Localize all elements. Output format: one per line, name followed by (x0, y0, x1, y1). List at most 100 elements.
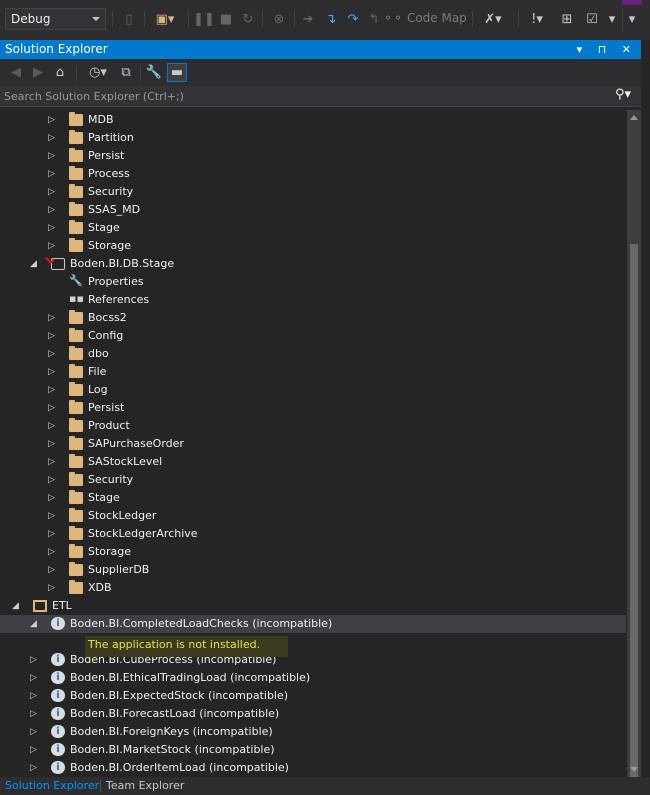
diagnostics-icon[interactable]: ✗▾ (478, 10, 508, 28)
collapsed-arrow-icon[interactable]: ▷ (48, 401, 58, 415)
tree-row[interactable]: ▷ Config (0, 327, 626, 345)
collapsed-arrow-icon[interactable]: ▷ (48, 491, 58, 505)
scrollbar-thumb[interactable] (630, 244, 638, 785)
tree-row[interactable]: ▷ Security (0, 183, 626, 201)
collapsed-arrow-icon[interactable]: ▷ (48, 527, 58, 541)
tree-row[interactable]: ▷ i Boden.BI.OrderItemLoad (incompatible) (0, 759, 626, 777)
collapsed-arrow-icon[interactable]: ▷ (30, 725, 40, 739)
search-icon[interactable]: ⚲▾ (615, 87, 631, 102)
step-into-icon[interactable]: ↴ (322, 10, 340, 28)
collapsed-arrow-icon[interactable]: ▷ (30, 689, 40, 703)
collapsed-arrow-icon[interactable]: ▷ (48, 437, 58, 451)
tree-row[interactable]: ▷ Persist (0, 399, 626, 417)
expanded-arrow-icon[interactable]: ◢ (12, 599, 22, 613)
tree-row[interactable]: ◢ ETL (0, 597, 626, 615)
scroll-up-arrow-icon[interactable] (630, 115, 638, 120)
collapsed-arrow-icon[interactable]: ▷ (48, 311, 58, 325)
vertical-scrollbar[interactable] (627, 110, 641, 785)
expanded-arrow-icon[interactable]: ◢ (30, 257, 40, 271)
task-list-icon[interactable]: ☑ (582, 10, 602, 28)
collapse-all-icon[interactable]: ⧉ (118, 63, 134, 82)
properties-wrench-icon[interactable]: 🔧 (146, 63, 162, 82)
back-icon[interactable]: ◀ (8, 63, 24, 82)
exception-settings-icon[interactable]: !▾ (526, 10, 548, 28)
device-icon[interactable]: ▯ (120, 10, 138, 28)
search-input[interactable] (4, 88, 594, 104)
collapsed-arrow-icon[interactable]: ▷ (48, 455, 58, 469)
collapsed-arrow-icon[interactable]: ▷ (30, 761, 40, 775)
collapsed-arrow-icon[interactable]: ▷ (48, 239, 58, 253)
collapsed-arrow-icon[interactable]: ▷ (48, 383, 58, 397)
step-over-icon[interactable]: ↷ (344, 10, 362, 28)
tab-solution-explorer[interactable]: Solution Explorer (5, 778, 99, 793)
tree-row[interactable]: ◢ Boden.BI.DB.Stage (0, 255, 626, 273)
collapsed-arrow-icon[interactable]: ▷ (48, 473, 58, 487)
stop-icon[interactable]: ■ (218, 10, 234, 28)
code-map-button[interactable]: ⚬⚬ Code Map (383, 11, 467, 25)
tree-row[interactable]: ▷ SupplierDB (0, 561, 626, 579)
collapsed-arrow-icon[interactable]: ▷ (48, 113, 58, 127)
tree-row[interactable]: ▷ SAPurchaseOrder (0, 435, 626, 453)
collapsed-arrow-icon[interactable]: ▷ (48, 545, 58, 559)
collapsed-arrow-icon[interactable]: ▷ (48, 581, 58, 595)
tree-row[interactable]: ◢ i Boden.BI.CompletedLoadChecks (incompat… (0, 615, 626, 633)
collapsed-arrow-icon[interactable]: ▷ (30, 671, 40, 685)
tree-row[interactable]: ▪▪ References (0, 291, 626, 309)
pause-icon[interactable]: ❚❚ (193, 10, 215, 28)
tree-row[interactable]: ▷ Partition (0, 129, 626, 147)
tree-row[interactable]: ▷ SSAS_MD (0, 201, 626, 219)
step-out-icon[interactable]: ↰ (366, 10, 382, 28)
forward-icon[interactable]: ▶ (30, 63, 46, 82)
collapsed-arrow-icon[interactable]: ▷ (48, 131, 58, 145)
collapsed-arrow-icon[interactable]: ▷ (48, 185, 58, 199)
tree-row[interactable]: ▷ XDB (0, 579, 626, 597)
tree-row[interactable]: 🔧 Properties (0, 273, 626, 291)
tree-row[interactable]: ▷ i Boden.BI.ForecastLoad (incompatible) (0, 705, 626, 723)
tree-row[interactable]: ▷ Stage (0, 219, 626, 237)
collapsed-arrow-icon[interactable]: ▷ (30, 653, 40, 667)
tree-row[interactable]: ▷ Persist (0, 147, 626, 165)
collapsed-arrow-icon[interactable]: ▷ (48, 509, 58, 523)
tab-team-explorer[interactable]: Team Explorer (106, 778, 184, 793)
show-next-statement-icon[interactable]: ➔ (300, 10, 316, 28)
bookmark-icon[interactable]: ⊞ (558, 10, 576, 28)
solution-configuration-dropdown[interactable]: Debug (5, 8, 106, 30)
tree-row[interactable]: ▷ Product (0, 417, 626, 435)
collapsed-arrow-icon[interactable]: ▷ (48, 329, 58, 343)
collapsed-arrow-icon[interactable]: ▷ (48, 563, 58, 577)
tree-row[interactable]: ▷ i Boden.BI.ExpectedStock (incompatible) (0, 687, 626, 705)
tree-row[interactable]: ▷ Security (0, 471, 626, 489)
tree-row[interactable]: ▷ Storage (0, 237, 626, 255)
collapsed-arrow-icon[interactable]: ▷ (48, 167, 58, 181)
tree-row[interactable]: ▷ MDB (0, 111, 626, 129)
overflow-chevron-icon[interactable]: ▾ (626, 10, 638, 28)
preview-selected-items-icon[interactable]: ▬ (167, 63, 187, 82)
collapsed-arrow-icon[interactable]: ▷ (48, 149, 58, 163)
tree-row[interactable]: ▷ StockLedger (0, 507, 626, 525)
attach-process-icon[interactable]: ⊗ (270, 10, 288, 28)
tree-row[interactable]: ▷ StockLedgerArchive (0, 525, 626, 543)
collapsed-arrow-icon[interactable]: ▷ (48, 419, 58, 433)
collapsed-arrow-icon[interactable]: ▷ (30, 707, 40, 721)
tree-row[interactable]: ▷ i Boden.BI.ForeignKeys (incompatible) (0, 723, 626, 741)
pane-window-controls[interactable]: ▾ ⊓ ✕ (577, 40, 637, 59)
tree-row[interactable]: ▷ i Boden.BI.MarketStock (incompatible) (0, 741, 626, 759)
collapsed-arrow-icon[interactable]: ▷ (48, 221, 58, 235)
tree-row[interactable]: ▷ Stage (0, 489, 626, 507)
collapsed-arrow-icon[interactable]: ▷ (30, 743, 40, 757)
tree-row[interactable]: ▷ Storage (0, 543, 626, 561)
pending-changes-filter-icon[interactable]: ◷▾ (84, 63, 112, 82)
tree-row[interactable]: ▷ Process (0, 165, 626, 183)
collapsed-arrow-icon[interactable]: ▷ (48, 347, 58, 361)
home-icon[interactable]: ⌂ (52, 63, 68, 82)
collapsed-arrow-icon[interactable]: ▷ (48, 365, 58, 379)
tree-row[interactable]: ▷ i Boden.BI.EthicalTradingLoad (incompati… (0, 669, 626, 687)
scroll-down-arrow-icon[interactable] (630, 767, 638, 772)
tree-row[interactable]: ▷ dbo (0, 345, 626, 363)
tree-row[interactable]: ▷ File (0, 363, 626, 381)
tree-row[interactable]: ▷ Log (0, 381, 626, 399)
restart-icon[interactable]: ↻ (240, 10, 256, 28)
tree-row[interactable]: ▷ Bocss2 (0, 309, 626, 327)
find-in-files-icon[interactable]: ▣▾ (150, 10, 180, 28)
collapsed-arrow-icon[interactable]: ▷ (48, 203, 58, 217)
